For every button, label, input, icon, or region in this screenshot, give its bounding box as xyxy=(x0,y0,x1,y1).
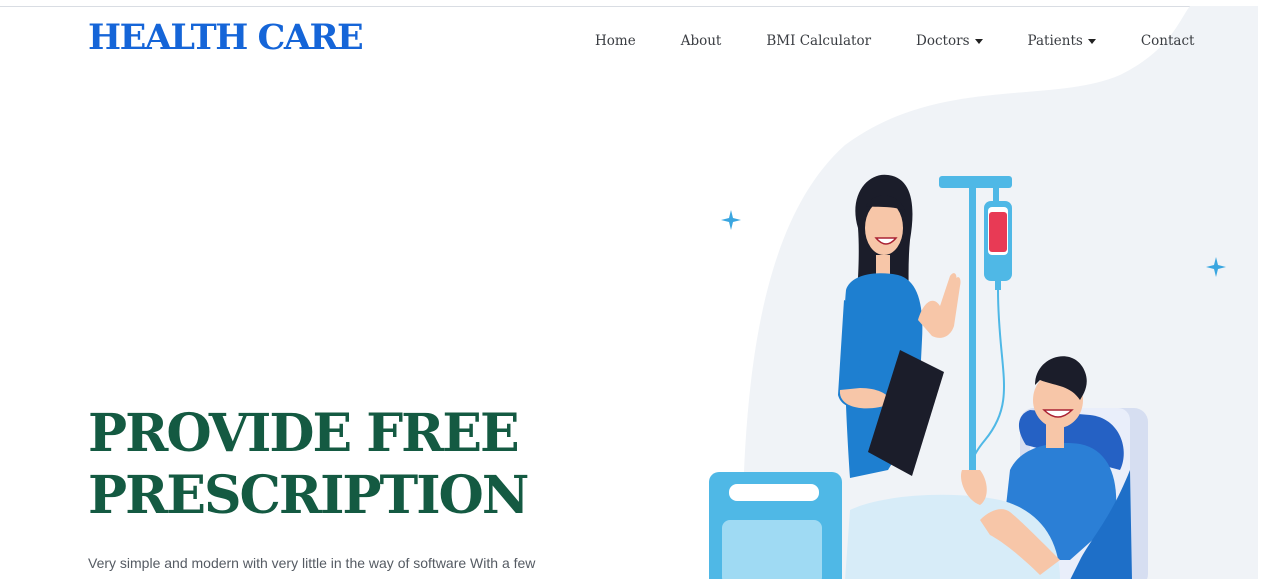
sparkle-icon xyxy=(721,210,741,230)
brand-logo[interactable]: HEALTH CARE xyxy=(88,18,364,58)
nav-home[interactable]: Home xyxy=(595,33,636,49)
caret-down-icon xyxy=(974,38,983,44)
nav-bmi-calculator[interactable]: BMI Calculator xyxy=(766,33,871,49)
hero-title-line-2: PRESCRIPTION xyxy=(88,465,529,526)
hero-description: Very simple and modern with very little … xyxy=(88,555,536,571)
nav-about-label: About xyxy=(680,33,722,49)
nav-doctors-dropdown[interactable]: Doctors xyxy=(916,33,983,49)
nav-home-label: Home xyxy=(595,33,636,49)
hero-title: PROVIDE FREE PRESCRIPTION xyxy=(88,403,608,527)
nav-contact[interactable]: Contact xyxy=(1141,33,1195,49)
caret-down-icon xyxy=(1087,38,1096,44)
nav-bmi-calculator-label: BMI Calculator xyxy=(766,33,872,49)
nurse-and-patient-illustration xyxy=(709,174,1226,579)
main-navigation: Home About BMI Calculator Doctors Patien… xyxy=(595,31,1194,51)
nav-about[interactable]: About xyxy=(681,33,722,49)
hero-title-line-1: PROVIDE FREE xyxy=(88,403,520,464)
nav-doctors-label: Doctors xyxy=(916,33,970,49)
sparkle-icon xyxy=(1206,257,1226,277)
nav-patients-dropdown[interactable]: Patients xyxy=(1028,33,1096,49)
nurse-figure xyxy=(838,174,961,478)
nav-contact-label: Contact xyxy=(1140,33,1195,49)
nav-patients-label: Patients xyxy=(1027,33,1083,49)
